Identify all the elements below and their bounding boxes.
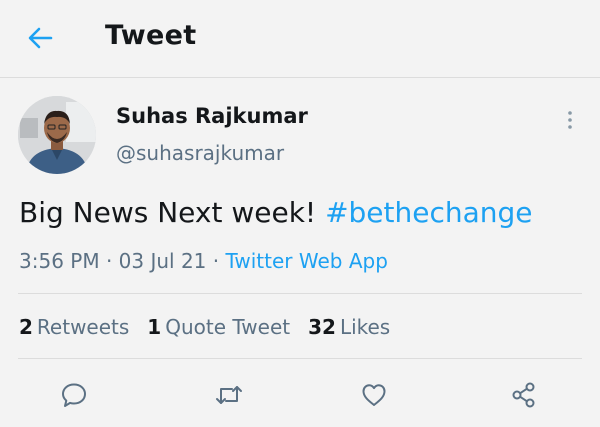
author-display-name[interactable]: Suhas Rajkumar <box>116 104 308 128</box>
likes-count: 32 <box>308 315 336 339</box>
reply-icon <box>62 383 86 407</box>
tweet-action-bar <box>0 373 600 417</box>
likes-stat[interactable]: 32 Likes <box>308 315 390 339</box>
share-button[interactable] <box>502 373 546 417</box>
page-title: Tweet <box>105 20 197 51</box>
quote-tweets-stat[interactable]: 1 Quote Tweet <box>147 315 290 339</box>
divider <box>18 358 582 359</box>
arrow-left-icon <box>28 27 53 49</box>
tweet-stats: 2 Retweets 1 Quote Tweet 32 Likes <box>19 315 390 339</box>
more-vertical-icon <box>568 111 572 129</box>
avatar[interactable] <box>18 96 96 174</box>
likes-label: Likes <box>339 315 391 339</box>
tweet-body: Big News Next week! <box>19 196 317 229</box>
top-bar: Tweet <box>0 0 600 78</box>
author-handle[interactable]: @suhasrajkumar <box>116 141 284 165</box>
profile-photo <box>18 96 96 174</box>
retweets-stat[interactable]: 2 Retweets <box>19 315 129 339</box>
tweet-metadata: 3:56 PM · 03 Jul 21 · Twitter Web App <box>19 249 388 273</box>
like-icon <box>362 384 386 406</box>
hashtag-link[interactable]: #bethechange <box>325 196 532 229</box>
tweet-timestamp: 3:56 PM · 03 Jul 21 · <box>19 249 226 273</box>
share-icon <box>512 382 535 408</box>
quote-tweets-count: 1 <box>147 315 162 339</box>
tweet-text: Big News Next week! #bethechange <box>19 196 533 229</box>
back-button[interactable] <box>22 22 58 54</box>
tweet-source-link[interactable]: Twitter Web App <box>225 249 387 273</box>
retweet-icon <box>216 386 242 404</box>
retweets-count: 2 <box>19 315 33 339</box>
more-options-button[interactable] <box>560 108 580 132</box>
retweet-button[interactable] <box>207 373 251 417</box>
like-button[interactable] <box>352 373 396 417</box>
divider <box>18 293 582 294</box>
quote-tweets-label: Quote Tweet <box>165 315 291 339</box>
retweets-label: Retweets <box>36 315 130 339</box>
reply-button[interactable] <box>52 373 96 417</box>
